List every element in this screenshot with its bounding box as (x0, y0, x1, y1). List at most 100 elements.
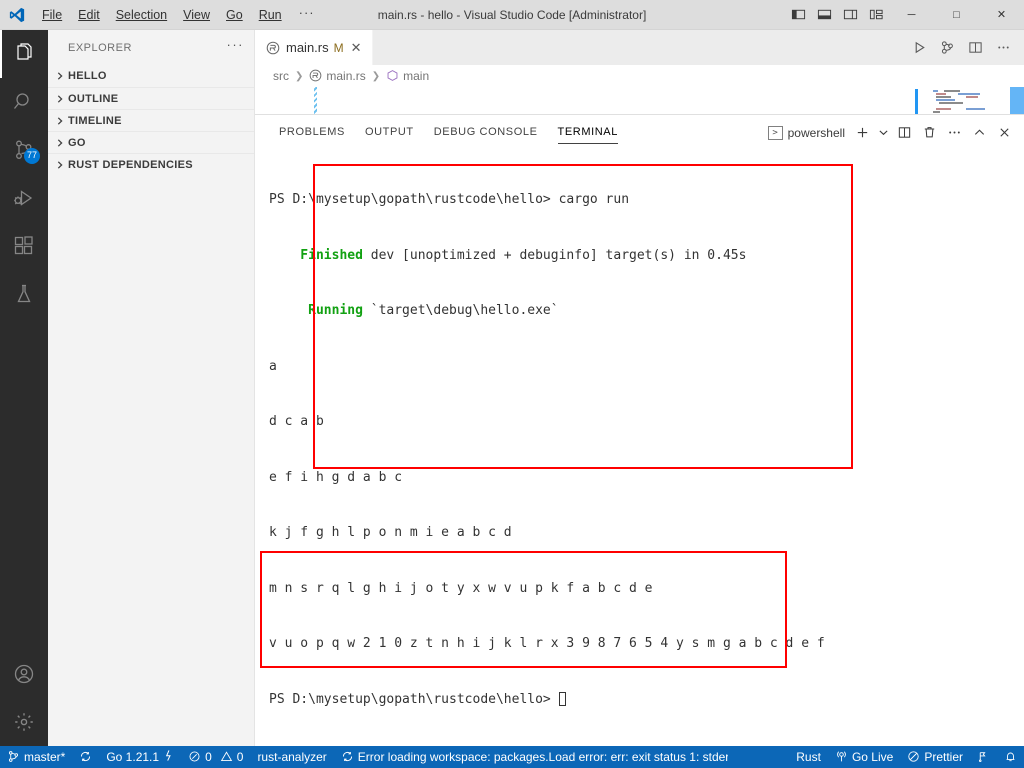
panel-tab-terminal[interactable]: TERMINAL (548, 115, 628, 150)
status-problems[interactable]: 0 0 (181, 746, 250, 768)
sidebar-item-rust-dependencies[interactable]: RUST DEPENDENCIES (48, 153, 254, 175)
sidebar-item-label: HELLO (68, 70, 107, 82)
menu-file[interactable]: File (34, 0, 70, 30)
status-go-live[interactable]: Go Live (828, 746, 900, 768)
menu-go[interactable]: Go (218, 0, 251, 30)
minimap[interactable] (915, 87, 1010, 114)
status-branch-label: master* (24, 750, 66, 764)
play-icon[interactable] (906, 30, 932, 65)
breadcrumb-item-main-fn[interactable]: main (386, 69, 429, 83)
tab-main-rs[interactable]: main.rs M ✕ (255, 30, 373, 65)
panel-more-actions-button[interactable] (942, 119, 966, 147)
terminal-text: a (269, 358, 277, 374)
sidebar-item-hello[interactable]: HELLO (48, 65, 254, 87)
layout-sidebar-left-icon[interactable] (785, 0, 811, 30)
editor-actions (906, 30, 1024, 65)
editor-scrollbar-thumb[interactable] (1010, 87, 1024, 114)
activity-extensions[interactable] (0, 222, 48, 270)
status-error-count: 0 (205, 750, 212, 764)
terminal-line: Running `target\debug\hello.exe` (269, 302, 1024, 321)
breadcrumb-item-main-rs[interactable]: main.rs (309, 69, 366, 83)
terminal-line: e f i h g d a b c (269, 469, 1024, 488)
panel-actions: > powershell (767, 119, 1016, 147)
breadcrumb-label: main (403, 69, 430, 83)
terminal-output[interactable]: PS D:\mysetup\gopath\rustcode\hello> car… (255, 150, 1024, 746)
ellipsis-icon[interactable] (990, 30, 1016, 65)
source-control-badge: 77 (23, 148, 40, 164)
activity-explorer[interactable] (0, 30, 48, 78)
layout-customize-icon[interactable] (863, 0, 889, 30)
layout-panel-icon[interactable] (811, 0, 837, 30)
menu-selection[interactable]: Selection (108, 0, 175, 30)
debug-alt-icon[interactable] (934, 30, 960, 65)
terminal-line: k j f g h l p o n m i e a b c d (269, 524, 1024, 543)
status-remote[interactable] (970, 746, 997, 768)
maximize-panel-button[interactable] (967, 119, 991, 147)
breadcrumb-item-src[interactable]: src (273, 69, 289, 83)
status-sync[interactable] (72, 746, 99, 768)
terminal-line: Finished dev [unoptimized + debuginfo] t… (269, 247, 1024, 266)
activity-accounts[interactable] (0, 650, 48, 698)
status-workspace-error[interactable]: Error loading workspace: packages.Load e… (334, 746, 735, 768)
error-icon (188, 750, 201, 764)
status-rust-analyzer-label: rust-analyzer (257, 750, 327, 764)
status-warning-count: 0 (236, 750, 244, 764)
status-prettier[interactable]: Prettier (900, 746, 970, 768)
window-maximize-button[interactable]: □ (934, 0, 979, 30)
terminal-cursor (558, 691, 566, 706)
menu-edit[interactable]: Edit (70, 0, 108, 30)
menu-more-button[interactable]: ··· (290, 0, 324, 30)
status-language-mode[interactable]: Rust (789, 746, 828, 768)
panel-tab-output[interactable]: OUTPUT (355, 115, 424, 150)
code-editor[interactable]: 32 } 33 } 34 } (255, 87, 1024, 114)
status-notifications[interactable] (997, 746, 1024, 768)
breadcrumb-separator-icon: ❯ (295, 70, 304, 82)
split-editor-icon[interactable] (962, 30, 988, 65)
sidebar-item-timeline[interactable]: TIMELINE (48, 109, 254, 131)
main-body: 77 EXPLORER ··· HELLO OUTLINE TIMELINE G… (0, 30, 1024, 746)
menu-view[interactable]: View (175, 0, 218, 30)
status-go-live-label: Go Live (851, 750, 894, 764)
status-rust-analyzer[interactable]: rust-analyzer (250, 746, 333, 768)
status-go-label: Go 1.21.1 (106, 750, 160, 764)
tab-dirty-indicator: M (333, 40, 344, 55)
menu-run[interactable]: Run (251, 0, 290, 30)
status-branch[interactable]: master* (0, 746, 72, 768)
sidebar-item-go[interactable]: GO (48, 131, 254, 153)
terminal-profile-dropdown[interactable] (875, 119, 891, 147)
terminal-line: d c a b (269, 413, 1024, 432)
activity-bar: 77 (0, 30, 48, 746)
activity-search[interactable] (0, 78, 48, 126)
kill-terminal-button[interactable] (917, 119, 941, 147)
editor-vertical-scrollbar[interactable] (1010, 87, 1024, 114)
terminal-text-running: Running (269, 303, 363, 318)
status-prettier-label: Prettier (924, 750, 963, 764)
activity-run-debug[interactable] (0, 174, 48, 222)
close-panel-button[interactable] (992, 119, 1016, 147)
sidebar-item-outline[interactable]: OUTLINE (48, 87, 254, 109)
tab-close-button[interactable]: ✕ (349, 40, 364, 56)
bell-icon (1004, 750, 1017, 764)
activity-testing[interactable] (0, 270, 48, 318)
terminal-line: PS D:\mysetup\gopath\rustcode\hello> car… (269, 191, 1024, 210)
panel-tab-problems[interactable]: PROBLEMS (269, 115, 355, 150)
activity-source-control[interactable]: 77 (0, 126, 48, 174)
window-close-button[interactable]: ✕ (979, 0, 1024, 30)
panel-tab-debug-console[interactable]: DEBUG CONSOLE (424, 115, 548, 150)
activity-settings[interactable] (0, 698, 48, 746)
code-lines: 32 } 33 } 34 } (255, 87, 1024, 114)
breadcrumb-label: src (273, 69, 289, 83)
terminal-line: v u o p q w 2 1 0 z t n h i j k l r x 3 … (269, 635, 1024, 654)
terminal-line: a (269, 358, 1024, 377)
menu-bar[interactable]: File Edit Selection View Go Run ··· (34, 0, 324, 30)
activity-bar-spacer (0, 318, 48, 650)
menu-go-label: Go (226, 7, 243, 22)
status-go-version[interactable]: Go 1.21.1 (99, 746, 181, 768)
window-minimize-button[interactable]: ─ (889, 0, 934, 30)
go-icon (163, 749, 174, 765)
split-terminal-button[interactable] (892, 119, 916, 147)
new-terminal-button[interactable] (850, 119, 874, 147)
terminal-selector[interactable]: > powershell (767, 125, 849, 140)
layout-sidebar-right-icon[interactable] (837, 0, 863, 30)
sidebar-more-actions-button[interactable]: ··· (227, 37, 245, 58)
